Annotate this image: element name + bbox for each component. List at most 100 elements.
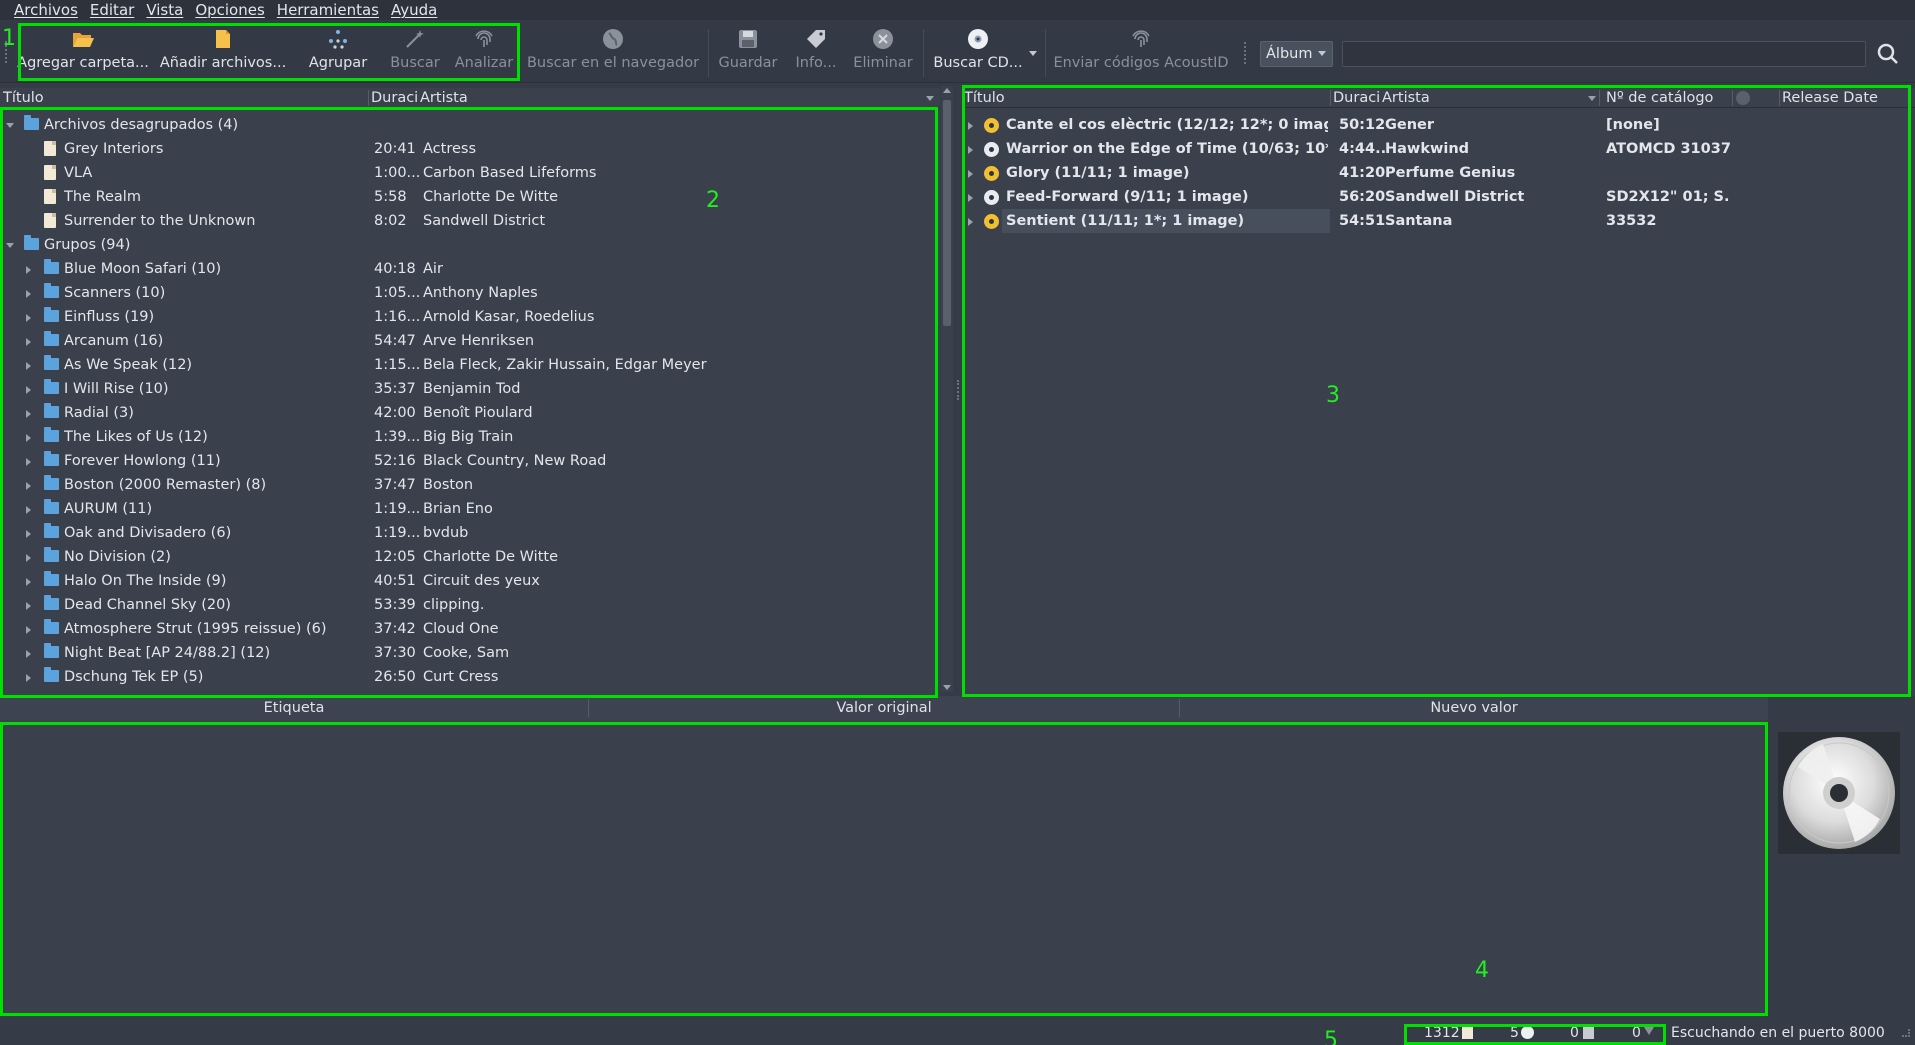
cluster-row[interactable]: Arcanum (16) 54:47 Arve Henriksen xyxy=(0,329,938,353)
cluster-row[interactable]: Radial (3) 42:00 Benoît Pioulard xyxy=(0,401,938,425)
resize-grip[interactable] xyxy=(1902,1029,1910,1037)
column-title[interactable]: Título xyxy=(964,88,1324,108)
expand-arrow-icon[interactable] xyxy=(26,626,31,634)
status-column-icon[interactable] xyxy=(1736,91,1750,105)
expand-arrow-icon[interactable] xyxy=(26,530,31,538)
column-release-date[interactable]: Release Date xyxy=(1782,88,1912,108)
search-button[interactable] xyxy=(1875,41,1901,67)
cluster-row[interactable]: Einfluss (19) 1:16... Arnold Kasar, Roedel… xyxy=(0,305,938,329)
expand-arrow-icon[interactable] xyxy=(26,674,31,682)
menu-item-2[interactable]: Vista xyxy=(140,0,189,20)
file-row[interactable]: VLA 1:00... Carbon Based Lifeforms xyxy=(0,161,938,185)
add-files-button[interactable]: Añadir archivos... xyxy=(160,21,286,79)
column-separator[interactable] xyxy=(1732,90,1733,106)
column-separator[interactable] xyxy=(1779,90,1780,106)
lookup-cd-button[interactable]: Buscar CD... xyxy=(930,21,1026,79)
search-type-select[interactable]: Álbum xyxy=(1260,41,1333,67)
cover-art[interactable] xyxy=(1778,732,1900,854)
menu-item-0[interactable]: Archivos xyxy=(8,0,84,20)
cluster-button[interactable]: Agrupar xyxy=(303,21,373,79)
add-folder-button[interactable]: Agregar carpeta... xyxy=(17,21,149,79)
cluster-row[interactable]: As We Speak (12) 1:15... Bela Fleck, Zakir… xyxy=(0,353,938,377)
column-original-value[interactable]: Valor original xyxy=(589,696,1179,720)
column-separator[interactable] xyxy=(368,90,369,106)
collapse-arrow-icon[interactable] xyxy=(6,243,14,248)
scrollbar-thumb[interactable] xyxy=(943,100,951,326)
menu-item-4[interactable]: Herramientas xyxy=(271,0,385,20)
cluster-row[interactable]: Dead Channel Sky (20) 53:39 clipping. xyxy=(0,593,938,617)
cluster-row[interactable]: AURUM (11) 1:19... Brian Eno xyxy=(0,497,938,521)
menu-item-5[interactable]: Ayuda xyxy=(385,0,443,20)
expand-arrow-icon[interactable] xyxy=(968,122,973,130)
column-artist[interactable]: Artista xyxy=(420,88,720,108)
scan-button[interactable]: Analizar xyxy=(450,21,518,79)
cluster-row[interactable]: No Division (2) 12:05 Charlotte De Witte xyxy=(0,545,938,569)
lookup-button[interactable]: Buscar xyxy=(382,21,448,79)
cluster-row[interactable]: I Will Rise (10) 35:37 Benjamin Tod xyxy=(0,377,938,401)
expand-arrow-icon[interactable] xyxy=(26,434,31,442)
expand-arrow-icon[interactable] xyxy=(26,602,31,610)
expand-arrow-icon[interactable] xyxy=(26,290,31,298)
scroll-up-icon[interactable] xyxy=(943,88,951,93)
expand-arrow-icon[interactable] xyxy=(26,338,31,346)
expand-arrow-icon[interactable] xyxy=(26,386,31,394)
column-title[interactable]: Título xyxy=(3,88,363,108)
album-row[interactable]: Feed-Forward (9/11; 1 image) 56:20 Sandwel… xyxy=(962,185,1911,209)
search-input[interactable] xyxy=(1342,41,1866,67)
expand-arrow-icon[interactable] xyxy=(968,146,973,154)
album-row[interactable]: Cante el cos elèctric (12/12; 12*; 0 ima… xyxy=(962,113,1911,137)
expand-arrow-icon[interactable] xyxy=(26,362,31,370)
expand-arrow-icon[interactable] xyxy=(26,410,31,418)
expand-arrow-icon[interactable] xyxy=(26,650,31,658)
album-row[interactable]: Sentient (11/11; 1*; 1 image) 54:51 Santan… xyxy=(962,209,1911,233)
pane-splitter[interactable] xyxy=(957,380,960,400)
left-pane-scrollbar[interactable] xyxy=(941,86,953,692)
cluster-row[interactable]: Oak and Divisadero (6) 1:19... bvdub xyxy=(0,521,938,545)
cluster-row[interactable]: Night Beat [AP 24/88.2] (12) 37:30 Cooke, … xyxy=(0,641,938,665)
column-new-value[interactable]: Nuevo valor xyxy=(1180,696,1768,720)
column-separator[interactable] xyxy=(1599,90,1600,106)
column-duration[interactable]: Duraci xyxy=(1333,88,1381,108)
expand-arrow-icon[interactable] xyxy=(968,218,973,226)
cluster-row[interactable]: The Likes of Us (12) 1:39... Big Big Train xyxy=(0,425,938,449)
expand-arrow-icon[interactable] xyxy=(26,266,31,274)
expand-arrow-icon[interactable] xyxy=(26,458,31,466)
cluster-row[interactable]: Scanners (10) 1:05... Anthony Naples xyxy=(0,281,938,305)
cluster-row[interactable]: Atmosphere Strut (1995 reissue) (6) 37:42… xyxy=(0,617,938,641)
expand-arrow-icon[interactable] xyxy=(26,578,31,586)
unclustered-files-node[interactable]: Archivos desagrupados (4) xyxy=(0,113,938,137)
column-tag[interactable]: Etiqueta xyxy=(0,696,588,720)
menu-item-1[interactable]: Editar xyxy=(84,0,140,20)
expand-arrow-icon[interactable] xyxy=(26,506,31,514)
cluster-row[interactable]: Dschung Tek EP (5) 26:50 Curt Cress xyxy=(0,665,938,689)
cluster-row[interactable]: Blue Moon Safari (10) 40:18 Air xyxy=(0,257,938,281)
collapse-arrow-icon[interactable] xyxy=(6,123,14,128)
column-separator[interactable] xyxy=(1330,90,1331,106)
lookup-cd-dropdown-arrow[interactable] xyxy=(1029,51,1037,56)
album-row[interactable]: Glory (11/11; 1 image) 41:20 Perfume Geniu… xyxy=(962,161,1911,185)
browser-lookup-button[interactable]: Buscar en el navegador xyxy=(526,21,700,79)
expand-arrow-icon[interactable] xyxy=(26,482,31,490)
metadata-table[interactable] xyxy=(0,720,1768,1017)
column-artist[interactable]: Artista xyxy=(1382,88,1562,108)
file-row[interactable]: The Realm 5:58 Charlotte De Witte xyxy=(0,185,938,209)
expand-arrow-icon[interactable] xyxy=(26,314,31,322)
column-duration[interactable]: Duraci xyxy=(371,88,419,108)
cluster-row[interactable]: Halo On The Inside (9) 40:51 Circuit des y… xyxy=(0,569,938,593)
remove-button[interactable]: Eliminar xyxy=(848,21,918,79)
cluster-row[interactable]: Boston (2000 Remaster) (8) 37:47 Boston xyxy=(0,473,938,497)
menu-item-3[interactable]: Opciones xyxy=(189,0,270,20)
file-row[interactable]: Surrender to the Unknown 8:02 Sandwell Dis… xyxy=(0,209,938,233)
search-toolbar-handle[interactable] xyxy=(1244,42,1248,64)
info-button[interactable]: Info... xyxy=(787,21,845,79)
expand-arrow-icon[interactable] xyxy=(968,194,973,202)
cluster-row[interactable]: Forever Howlong (11) 52:16 Black Country, … xyxy=(0,449,938,473)
save-button[interactable]: Guardar xyxy=(715,21,781,79)
clusters-node[interactable]: Grupos (94) xyxy=(0,233,938,257)
expand-arrow-icon[interactable] xyxy=(968,170,973,178)
file-row[interactable]: Grey Interiors 20:41 Actress xyxy=(0,137,938,161)
submit-acoustid-button[interactable]: Enviar códigos AcoustID xyxy=(1052,21,1230,79)
scroll-down-icon[interactable] xyxy=(943,685,951,690)
album-row[interactable]: Warrior on the Edge of Time (10/63; 10*;… xyxy=(962,137,1911,161)
expand-arrow-icon[interactable] xyxy=(26,554,31,562)
